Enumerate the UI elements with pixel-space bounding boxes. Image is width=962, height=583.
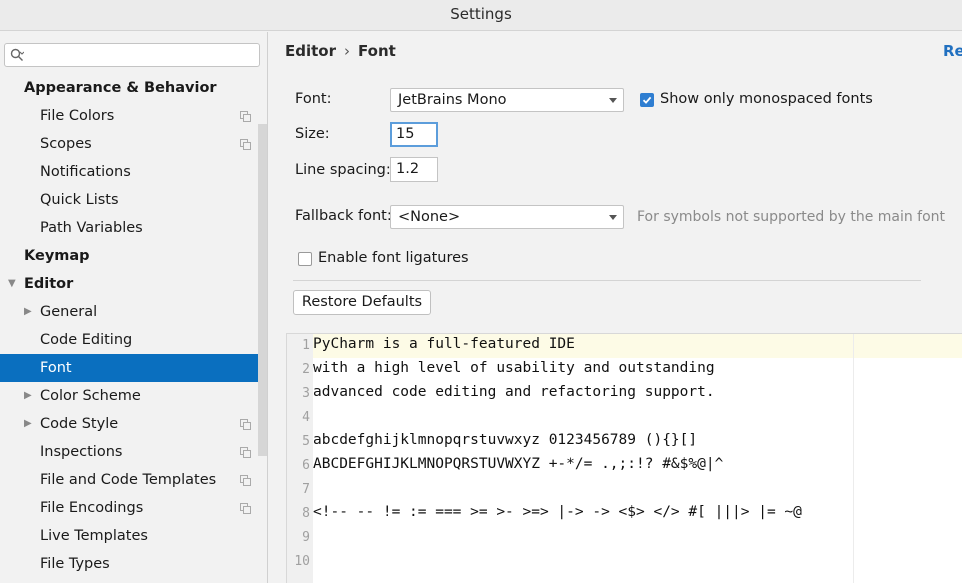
line-number: 6 [302, 458, 310, 473]
project-settings-icon [240, 111, 251, 122]
sidebar-item-label: Notifications [40, 164, 131, 180]
fallback-font-combo[interactable]: <None> [390, 205, 624, 229]
project-settings-icon [240, 139, 251, 150]
fallback-font-label: Fallback font: [295, 208, 392, 224]
breadcrumb-editor[interactable]: Editor [285, 42, 336, 60]
sidebar-item-label: Quick Lists [40, 192, 119, 208]
monospaced-checkbox[interactable] [640, 93, 654, 107]
ligatures-label: Enable font ligatures [318, 250, 469, 266]
sidebar-item-label: File Colors [40, 108, 115, 124]
font-combo[interactable]: JetBrains Mono [390, 88, 624, 112]
font-label: Font: [295, 91, 332, 107]
chevron-down-icon [609, 98, 617, 103]
sidebar-item-file-types[interactable]: File Types [0, 550, 258, 578]
sidebar-item-label: Path Variables [40, 220, 143, 236]
size-field[interactable]: 15 [390, 122, 438, 147]
project-settings-icon [240, 475, 251, 486]
sidebar-item-color-scheme[interactable]: ▶ Color Scheme [0, 382, 258, 410]
chevron-down-icon[interactable]: ▼ [8, 270, 16, 298]
sidebar-item-scopes[interactable]: Scopes [0, 130, 258, 158]
ligatures-checkbox[interactable] [298, 252, 312, 266]
font-preview-editor[interactable]: 1 PyCharm is a full-featured IDE 2 with a h… [286, 333, 962, 583]
sidebar-item-code-style[interactable]: ▶ Code Style [0, 410, 258, 438]
code-line: with a high level of usability and outst… [313, 360, 715, 376]
chevron-right-icon[interactable]: ▶ [24, 298, 32, 326]
line-number: 7 [302, 482, 310, 497]
sidebar-item-label: Editor [24, 276, 74, 292]
chevron-right-icon[interactable]: ▶ [24, 410, 32, 438]
sidebar-item-label: Color Scheme [40, 388, 141, 404]
sidebar-item-file-and-code-templates[interactable]: File and Code Templates [0, 466, 258, 494]
code-line: advanced code editing and refactoring su… [313, 384, 715, 400]
chevron-right-icon[interactable]: ▶ [24, 382, 32, 410]
settings-tree: Appearance & Behavior File Colors Scopes No… [0, 74, 258, 578]
code-line: <!-- -- != := === >= >- >=> |-> -> <$> <… [313, 504, 802, 520]
project-settings-icon [240, 419, 251, 430]
line-number: 4 [302, 410, 310, 425]
sidebar-item-file-encodings[interactable]: File Encodings [0, 494, 258, 522]
search-input[interactable] [4, 43, 260, 67]
fallback-font-value: <None> [398, 209, 461, 225]
sidebar-item-label: Appearance & Behavior [24, 80, 217, 96]
sidebar-item-label: File Encodings [40, 500, 144, 516]
sidebar-item-label: Font [40, 360, 72, 376]
divider [293, 280, 921, 281]
code-line: abcdefghijklmnopqrstuvwxyz 0123456789 ()… [313, 432, 698, 448]
line-spacing-field[interactable]: 1.2 [390, 157, 438, 182]
size-label: Size: [295, 126, 330, 142]
font-combo-value: JetBrains Mono [398, 92, 507, 108]
sidebar-item-label: General [40, 304, 98, 320]
line-number: 5 [302, 434, 310, 449]
sidebar-item-label: Live Templates [40, 528, 148, 544]
line-spacing-label: Line spacing: [295, 162, 391, 178]
right-margin-guide [853, 334, 854, 583]
restore-defaults-button[interactable]: Restore Defaults [293, 290, 431, 315]
sidebar-item-general[interactable]: ▶ General [0, 298, 258, 326]
sidebar-item-keymap[interactable]: Keymap [0, 242, 258, 270]
window-title: Settings [0, 0, 962, 31]
fallback-font-hint: For symbols not supported by the main fo… [637, 209, 946, 225]
line-number: 9 [302, 530, 310, 545]
breadcrumb: Editor › Font [285, 42, 396, 60]
sidebar-scrollbar[interactable] [258, 124, 267, 456]
sidebar-item-appearance-behavior[interactable]: Appearance & Behavior [0, 74, 258, 102]
sidebar-item-file-colors[interactable]: File Colors [0, 102, 258, 130]
sidebar-item-inspections[interactable]: Inspections [0, 438, 258, 466]
checkmark-icon [642, 96, 652, 104]
sidebar-item-label: File Types [40, 556, 110, 572]
sidebar-item-notifications[interactable]: Notifications [0, 158, 258, 186]
sidebar-item-editor[interactable]: ▼ Editor [0, 270, 258, 298]
line-number: 2 [302, 362, 310, 377]
sidebar-item-label: Inspections [40, 444, 123, 460]
sidebar-item-label: Scopes [40, 136, 92, 152]
line-number: 3 [302, 386, 310, 401]
sidebar-item-label: Code Editing [40, 332, 133, 348]
settings-sidebar: Appearance & Behavior File Colors Scopes No… [0, 32, 268, 583]
breadcrumb-font: Font [358, 42, 396, 60]
sidebar-item-path-variables[interactable]: Path Variables [0, 214, 258, 242]
sidebar-item-quick-lists[interactable]: Quick Lists [0, 186, 258, 214]
reset-link[interactable]: Res [943, 42, 962, 60]
chevron-down-icon [609, 215, 617, 220]
line-number: 8 [302, 506, 310, 521]
project-settings-icon [240, 447, 251, 458]
project-settings-icon [240, 503, 251, 514]
line-number: 1 [302, 338, 310, 353]
search-icon [10, 48, 24, 61]
sidebar-item-font[interactable]: Font [0, 354, 258, 382]
sidebar-item-label: Code Style [40, 416, 119, 432]
sidebar-item-live-templates[interactable]: Live Templates [0, 522, 258, 550]
code-line: PyCharm is a full-featured IDE [313, 336, 575, 352]
line-number: 10 [294, 554, 310, 569]
monospaced-label: Show only monospaced fonts [660, 91, 873, 107]
breadcrumb-separator: › [344, 42, 350, 60]
code-line: ABCDEFGHIJKLMNOPQRSTUVWXYZ +-*/= .,;:!? … [313, 456, 724, 472]
sidebar-item-label: File and Code Templates [40, 472, 217, 488]
sidebar-item-code-editing[interactable]: Code Editing [0, 326, 258, 354]
font-settings-panel: Editor › Font Res Font: JetBrains Mono Sho… [269, 32, 962, 583]
sidebar-item-label: Keymap [24, 248, 90, 264]
